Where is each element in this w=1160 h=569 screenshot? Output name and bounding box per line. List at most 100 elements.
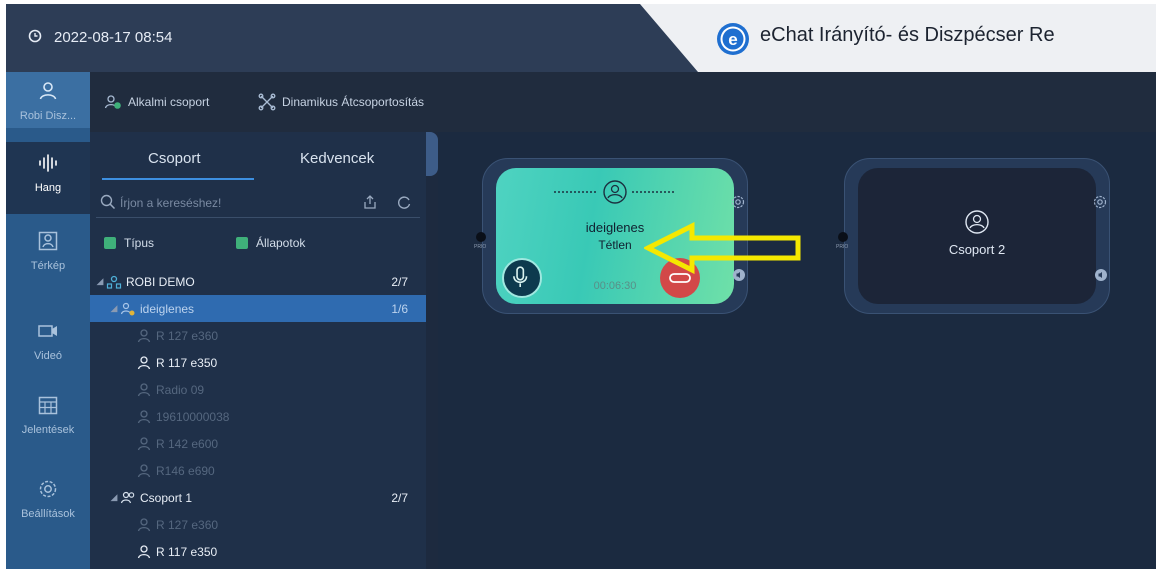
checkbox-checked-icon bbox=[236, 237, 248, 249]
nav-item-terkep[interactable]: Térkép bbox=[6, 220, 90, 292]
nav-label-hang: Hang bbox=[34, 182, 62, 194]
tree-row-member[interactable]: R146 e690 bbox=[90, 457, 426, 484]
group-card-active[interactable]: ideiglenes Tétlen 00:06:30 PRIO bbox=[474, 158, 748, 314]
group-card-inactive[interactable]: Csoport 2 PRIO bbox=[836, 158, 1110, 314]
app-title: eChat Irányító- és Diszpécser Re bbox=[760, 24, 1055, 46]
logo-letter: e bbox=[728, 30, 737, 49]
priority-indicator-icon[interactable] bbox=[476, 232, 486, 242]
tree-row-member[interactable]: Radio 09 bbox=[90, 376, 426, 403]
nav-label-jelentesek: Jelentések bbox=[21, 424, 75, 436]
audio-wave-icon bbox=[39, 154, 57, 172]
tree-row-count: 2/7 bbox=[391, 274, 408, 289]
user-online-icon bbox=[137, 544, 151, 558]
filter-bar: Típus Állapotok bbox=[102, 228, 422, 268]
nav-item-video[interactable]: Videó bbox=[6, 310, 90, 382]
group-header-icon bbox=[554, 180, 676, 204]
nav-item-jelentesek[interactable]: Jelentések bbox=[6, 384, 90, 456]
title-bar: 2022-08-17 08:54 e eChat Irányító- és Di… bbox=[6, 4, 1156, 72]
tree-row-label: R 117 e350 bbox=[156, 544, 218, 559]
dynamic-regroup-button[interactable]: Dinamikus Átcsoportosítás bbox=[258, 93, 424, 111]
nav-item-beallitasok[interactable]: Beállítások bbox=[6, 468, 90, 540]
group-tree: ◢ ROBI DEMO 2/7 ◢ ideiglenes 1/6 R 127 e… bbox=[90, 268, 426, 565]
hang-up-button[interactable] bbox=[660, 258, 700, 298]
microphone-icon bbox=[513, 266, 528, 287]
tree-row-member[interactable]: R 117 e350 bbox=[90, 349, 426, 376]
user-offline-icon bbox=[137, 409, 151, 423]
echat-logo-icon: e bbox=[717, 23, 749, 55]
group-icon bbox=[120, 491, 135, 503]
user-online-icon bbox=[137, 355, 151, 369]
tree-row-member[interactable]: 19610000038 bbox=[90, 403, 426, 430]
tab-favorites[interactable]: Kedvencek bbox=[300, 150, 374, 167]
expand-toggle-icon[interactable]: ◢ bbox=[108, 492, 120, 503]
toolbar: Alkalmi csoport Dinamikus Átcsoportosítá… bbox=[90, 72, 1156, 132]
filter-status-label: Állapotok bbox=[256, 236, 306, 250]
filter-type-label: Típus bbox=[124, 236, 155, 250]
card-group-name: ideiglenes bbox=[585, 220, 645, 235]
user-offline-icon bbox=[137, 436, 151, 450]
nav-label-beallitasok: Beállítások bbox=[21, 508, 75, 520]
tree-row-label: R 127 e360 bbox=[156, 517, 219, 532]
card-screen bbox=[858, 168, 1096, 304]
tab-groups[interactable]: Csoport bbox=[148, 150, 201, 167]
nav-item-hang[interactable]: Hang bbox=[6, 142, 90, 214]
card-group-state: Tétlen bbox=[598, 238, 632, 252]
expand-toggle-icon[interactable]: ◢ bbox=[94, 276, 106, 287]
tree-row-org[interactable]: ◢ ROBI DEMO 2/7 bbox=[90, 268, 426, 295]
tree-row-member[interactable]: R 142 e600 bbox=[90, 430, 426, 457]
tree-row-label: R 117 e350 bbox=[156, 355, 218, 370]
nav-label-terkep: Térkép bbox=[30, 260, 66, 272]
group-add-icon bbox=[104, 95, 121, 109]
tree-row-label: R 142 e600 bbox=[156, 436, 219, 451]
nav-label-robi: Robi Disz... bbox=[19, 110, 77, 122]
tree-row-member[interactable]: R 127 e360 bbox=[90, 511, 426, 538]
checkbox-checked-icon bbox=[104, 237, 116, 249]
user-offline-icon bbox=[137, 463, 151, 477]
nav-label-video: Videó bbox=[34, 350, 62, 362]
dynamic-regroup-label: Dinamikus Átcsoportosítás bbox=[282, 95, 425, 109]
group-icon bbox=[965, 210, 989, 234]
refresh-icon[interactable] bbox=[396, 194, 412, 210]
group-icon bbox=[120, 302, 135, 315]
tree-row-label: ideiglenes bbox=[140, 301, 195, 316]
panel-collapse-handle[interactable] bbox=[426, 132, 438, 176]
expand-toggle-icon[interactable]: ◢ bbox=[108, 303, 120, 314]
nav-item-robi[interactable]: Robi Disz... bbox=[6, 72, 90, 128]
push-to-talk-button[interactable] bbox=[502, 258, 542, 298]
card-group-name: Csoport 2 bbox=[948, 242, 1006, 257]
filter-type-checkbox[interactable]: Típus bbox=[104, 236, 154, 250]
priority-label: PRIO bbox=[474, 244, 487, 250]
search-input[interactable] bbox=[120, 193, 340, 213]
tree-row-group[interactable]: ◢ Csoport 1 2/7 bbox=[90, 484, 426, 511]
current-datetime: 2022-08-17 08:54 bbox=[54, 29, 173, 46]
regroup-icon bbox=[258, 93, 276, 111]
clock-icon bbox=[28, 29, 42, 43]
filter-status-checkbox[interactable]: Állapotok bbox=[236, 236, 305, 250]
card-settings-gear-icon[interactable] bbox=[730, 194, 746, 210]
volume-icon[interactable] bbox=[732, 268, 746, 282]
user-offline-icon bbox=[137, 382, 151, 396]
priority-indicator-icon[interactable] bbox=[838, 232, 848, 242]
user-offline-icon bbox=[137, 328, 151, 342]
active-tab-indicator bbox=[102, 178, 254, 180]
calendar-grid-icon bbox=[38, 396, 58, 415]
tree-row-label: R 127 e360 bbox=[156, 328, 219, 343]
left-nav: Robi Disz... Hang Térkép Videó Jelentése… bbox=[6, 72, 90, 569]
tree-row-group-selected[interactable]: ◢ ideiglenes 1/6 bbox=[90, 295, 426, 322]
ad-hoc-group-label: Alkalmi csoport bbox=[128, 95, 210, 109]
tree-row-label: Csoport 1 bbox=[140, 490, 193, 505]
ad-hoc-group-button[interactable]: Alkalmi csoport bbox=[104, 93, 209, 111]
search-bar bbox=[96, 188, 420, 218]
export-icon[interactable] bbox=[362, 194, 378, 210]
tree-row-label: R146 e690 bbox=[156, 463, 215, 478]
group-panel: Csoport Kedvencek Típus bbox=[90, 132, 426, 569]
tree-row-member[interactable]: R 117 e350 bbox=[90, 538, 426, 565]
card-settings-gear-icon[interactable] bbox=[1092, 194, 1108, 210]
organization-icon bbox=[106, 275, 122, 289]
user-offline-icon bbox=[137, 517, 151, 531]
tree-row-label: 19610000038 bbox=[156, 409, 230, 424]
app-window: 2022-08-17 08:54 e eChat Irányító- és Di… bbox=[6, 4, 1156, 569]
video-camera-icon bbox=[38, 325, 57, 337]
volume-icon[interactable] bbox=[1094, 268, 1108, 282]
tree-row-member[interactable]: R 127 e360 bbox=[90, 322, 426, 349]
